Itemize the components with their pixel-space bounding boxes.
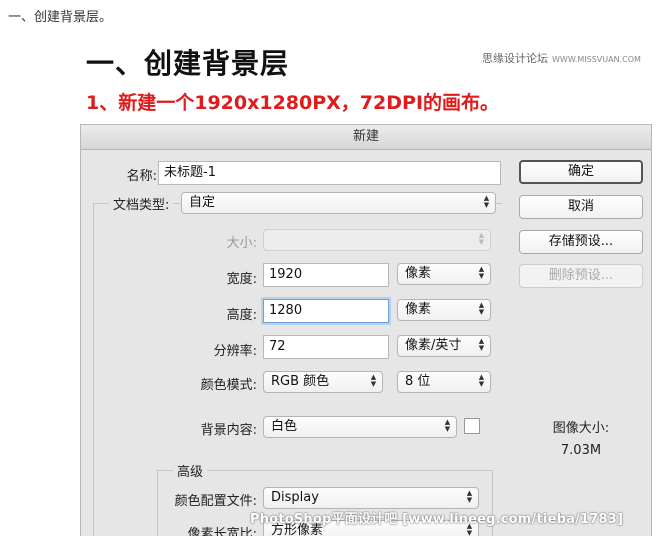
article-heading: 一、创建背景层 [86,47,290,80]
document-type-label: 文档类型: [109,194,174,213]
up-down-arrows-icon: ▲ ▼ [483,194,490,209]
ok-button[interactable]: 确定 [519,160,643,184]
resolution-unit-value: 像素/英寸 [405,338,462,353]
save-preset-button[interactable]: 存储预设... [519,230,643,254]
dialog-title: 新建 [81,125,651,150]
watermark: PhotoShop平面设计吧 [www.lineeg.com/tieba/178… [250,512,624,527]
color-mode-select[interactable]: RGB 颜色 ▲ ▼ [263,371,383,393]
delete-preset-button[interactable]: 删除预设... [519,264,643,288]
step-instruction: 1、新建一个1920x1280PX，72DPI的画布。 [86,92,500,114]
size-select[interactable]: ▲ ▼ [263,229,491,251]
background-contents-label: 背景内容: [200,423,257,438]
name-input[interactable]: 未标题-1 [158,161,501,185]
height-unit-value: 像素 [405,302,432,317]
width-unit-value: 像素 [405,266,432,281]
bit-depth-value: 8 位 [405,374,431,389]
advanced-legend[interactable]: 高级 [173,461,208,480]
size-label: 大小: [226,236,257,251]
document-type-select[interactable]: 自定 ▲ ▼ [181,192,496,214]
up-down-arrows-icon: ▲ ▼ [478,301,485,316]
new-document-dialog: 新建 名称: 未标题-1 文档类型: 自定 ▲ ▼ 大小: ▲ ▼ 宽度: 1920… [80,124,652,536]
brand-site: WWW.MISSVUAN.COM [552,55,641,64]
image-size-value: 7.03M [560,443,602,458]
brand-logo: 思缘设计论坛 WWW.MISSVUAN.COM [482,50,641,66]
color-profile-value: Display [271,490,319,505]
document-type-value: 自定 [189,195,216,210]
width-label: 宽度: [226,272,257,287]
background-contents-select[interactable]: 白色 ▲ ▼ [263,416,457,438]
up-down-arrows-icon: ▲ ▼ [466,489,473,504]
background-contents-value: 白色 [271,419,298,434]
resolution-input[interactable]: 72 [263,335,389,359]
width-input[interactable]: 1920 [263,263,389,287]
bit-depth-select[interactable]: 8 位 ▲ ▼ [397,371,491,393]
up-down-arrows-icon: ▲ ▼ [478,265,485,280]
cancel-button[interactable]: 取消 [519,195,643,219]
article-caption: 一、创建背景层。 [8,10,113,25]
height-unit-select[interactable]: 像素 ▲ ▼ [397,299,491,321]
up-down-arrows-icon: ▲ ▼ [478,231,485,246]
pixel-aspect-ratio-label: 像素长宽比: [187,527,257,536]
up-down-arrows-icon: ▲ ▼ [478,373,485,388]
background-color-swatch[interactable] [464,418,480,434]
brand-name: 思缘设计论坛 [482,52,548,65]
color-profile-select[interactable]: Display ▲ ▼ [263,487,479,509]
up-down-arrows-icon: ▲ ▼ [444,418,451,433]
name-label: 名称: [126,169,157,184]
resolution-unit-select[interactable]: 像素/英寸 ▲ ▼ [397,335,491,357]
resolution-label: 分辨率: [213,344,257,359]
width-unit-select[interactable]: 像素 ▲ ▼ [397,263,491,285]
up-down-arrows-icon: ▲ ▼ [478,337,485,352]
height-label: 高度: [226,308,257,323]
color-mode-label: 颜色模式: [200,378,257,393]
up-down-arrows-icon: ▲ ▼ [370,373,377,388]
color-mode-value: RGB 颜色 [271,374,330,389]
height-input[interactable]: 1280 [263,299,389,323]
image-size-label: 图像大小: [552,421,610,436]
color-profile-label: 颜色配置文件: [174,494,257,509]
